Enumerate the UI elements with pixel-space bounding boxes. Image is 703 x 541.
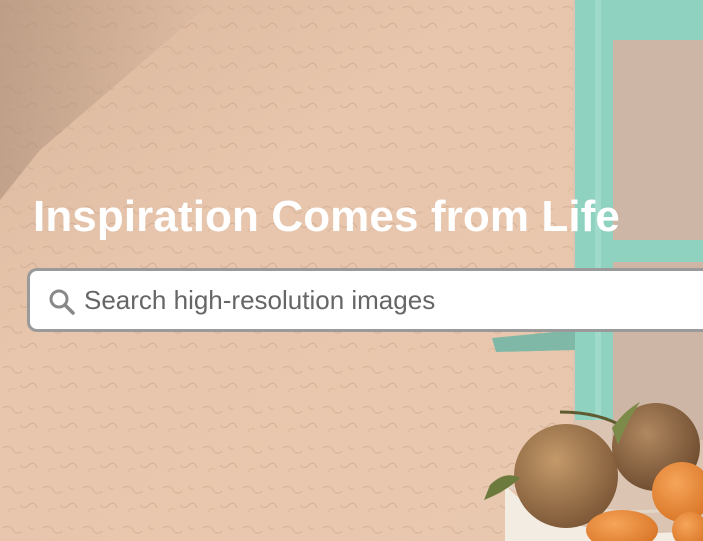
hero-section: Inspiration Comes from Life — [0, 0, 703, 541]
search-bar[interactable] — [27, 268, 703, 332]
hero-headline: Inspiration Comes from Life — [33, 192, 620, 241]
search-icon — [49, 289, 75, 315]
search-input[interactable] — [84, 271, 703, 329]
